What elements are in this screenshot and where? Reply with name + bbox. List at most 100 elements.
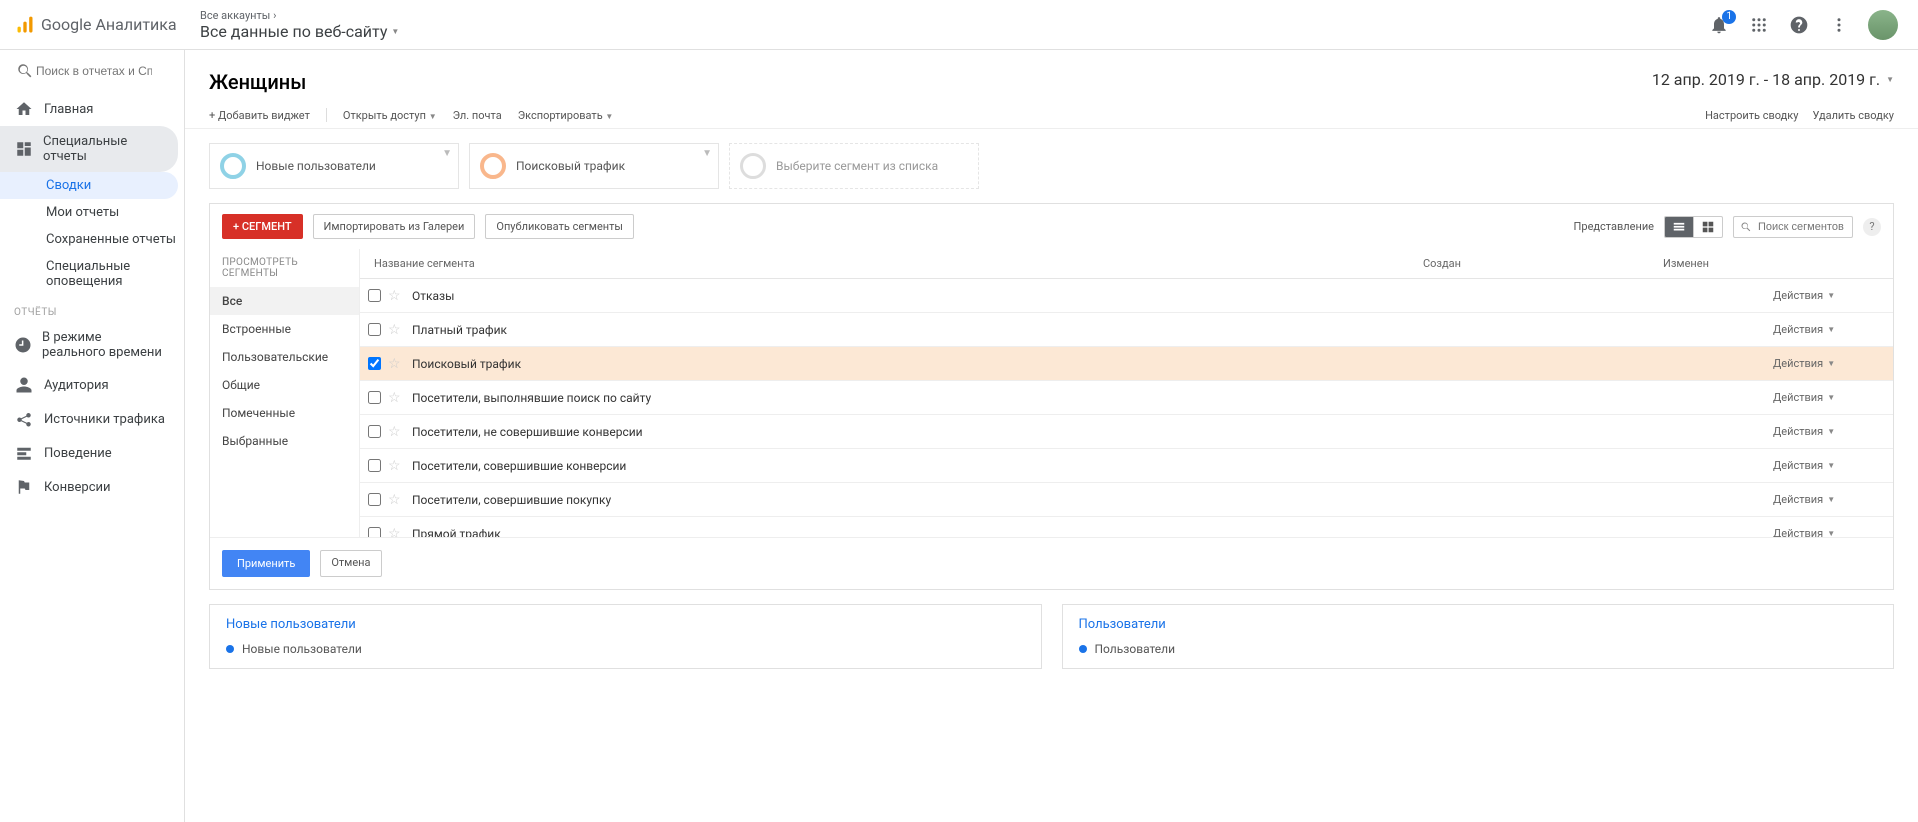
import-gallery-button[interactable]: Импортировать из Галереи	[313, 214, 476, 239]
nav-home[interactable]: Главная	[0, 92, 178, 126]
clock-icon	[14, 336, 32, 354]
star-icon[interactable]: ☆	[388, 526, 408, 538]
row-actions[interactable]: Действия ▼	[1773, 425, 1893, 438]
nav-behavior-label: Поведение	[44, 446, 112, 461]
col-modified[interactable]: Изменен	[1653, 249, 1893, 278]
export-button[interactable]: Экспортировать ▼	[518, 109, 614, 122]
more-button[interactable]	[1828, 14, 1850, 36]
filter-shared[interactable]: Общие	[210, 371, 359, 399]
row-actions[interactable]: Действия ▼	[1773, 357, 1893, 370]
col-name[interactable]: Название сегмента	[360, 249, 1413, 278]
notifications-button[interactable]: 1	[1708, 14, 1730, 36]
row-actions[interactable]: Действия ▼	[1773, 289, 1893, 302]
date-range-picker[interactable]: 12 апр. 2019 г. - 18 апр. 2019 г. ▼	[1652, 70, 1894, 89]
nav-behavior[interactable]: Поведение	[0, 436, 178, 470]
nav-realtime-label: В режиме реального времени	[42, 330, 168, 360]
add-widget-button[interactable]: + Добавить виджет	[209, 109, 310, 122]
nav-conversions[interactable]: Конверсии	[0, 470, 178, 504]
filter-all[interactable]: Все	[210, 287, 359, 315]
panel-help-button[interactable]: ?	[1863, 218, 1881, 236]
share-button[interactable]: Открыть доступ ▼	[343, 109, 437, 122]
segment-name: Посетители, совершившие конверсии	[408, 452, 1333, 480]
star-icon[interactable]: ☆	[388, 492, 408, 508]
star-icon[interactable]: ☆	[388, 390, 408, 406]
segment-name: Поисковый трафик	[408, 350, 1333, 378]
customize-dashboard-button[interactable]: Настроить сводку	[1705, 109, 1798, 122]
table-row[interactable]: ☆Платный трафикДействия ▼	[360, 313, 1893, 347]
help-button[interactable]	[1788, 14, 1810, 36]
page-title: Женщины	[209, 70, 306, 94]
nav-realtime[interactable]: В режиме реального времени	[0, 322, 178, 368]
row-checkbox[interactable]	[368, 357, 381, 370]
star-icon[interactable]: ☆	[388, 356, 408, 372]
more-vert-icon	[1830, 16, 1848, 34]
table-body[interactable]: ☆ОтказыДействия ▼☆Платный трафикДействия…	[360, 279, 1893, 537]
view-list-button[interactable]	[1665, 217, 1693, 237]
view-label: Представление	[1574, 220, 1654, 233]
apps-button[interactable]	[1748, 14, 1770, 36]
star-icon[interactable]: ☆	[388, 288, 408, 304]
apply-button[interactable]: Применить	[222, 550, 310, 577]
segment-chip-label: Поисковый трафик	[516, 159, 625, 173]
subnav-custom-alerts[interactable]: Специальные оповещения	[46, 253, 184, 295]
segment-search-input[interactable]	[1756, 220, 1846, 234]
row-checkbox[interactable]	[368, 493, 381, 506]
view-breadcrumb[interactable]: Все аккаунты › Все данные по веб-сайту ▼	[185, 9, 1708, 41]
segment-search[interactable]	[1733, 216, 1853, 238]
table-row[interactable]: ☆Посетители, не совершившие конверсииДей…	[360, 415, 1893, 449]
filter-custom[interactable]: Пользовательские	[210, 343, 359, 371]
email-button[interactable]: Эл. почта	[453, 109, 502, 122]
cancel-button[interactable]: Отмена	[320, 550, 381, 577]
filter-starred[interactable]: Помеченные	[210, 399, 359, 427]
account-avatar[interactable]	[1868, 10, 1898, 40]
table-row[interactable]: ☆ОтказыДействия ▼	[360, 279, 1893, 313]
subnav-my-reports[interactable]: Мои отчеты	[46, 199, 184, 226]
nav-acquisition[interactable]: Источники трафика	[0, 402, 178, 436]
table-row[interactable]: ☆Посетители, выполнявшие поиск по сайтуД…	[360, 381, 1893, 415]
segment-circle-icon	[220, 153, 246, 179]
list-icon	[1672, 220, 1686, 234]
row-actions[interactable]: Действия ▼	[1773, 323, 1893, 336]
view-grid-button[interactable]	[1693, 217, 1722, 237]
row-actions[interactable]: Действия ▼	[1773, 391, 1893, 404]
new-segment-button[interactable]: + СЕГМЕНТ	[222, 214, 303, 239]
widgets-row: Новые пользователи Новые пользователи По…	[185, 604, 1918, 689]
filter-selected[interactable]: Выбранные	[210, 427, 359, 455]
publish-segments-button[interactable]: Опубликовать сегменты	[485, 214, 634, 239]
caret-down-icon: ▼	[1886, 75, 1894, 84]
widget-title[interactable]: Новые пользователи	[226, 617, 1025, 632]
row-checkbox[interactable]	[368, 391, 381, 404]
subnav-saved-reports[interactable]: Сохраненные отчеты	[46, 226, 184, 253]
segments-table: Название сегмента Создан Изменен ☆Отказы…	[360, 249, 1893, 537]
row-checkbox[interactable]	[368, 323, 381, 336]
nav-audience[interactable]: Аудитория	[0, 368, 178, 402]
table-row[interactable]: ☆Поисковый трафик Действия ▼	[360, 347, 1893, 381]
star-icon[interactable]: ☆	[388, 458, 408, 474]
segment-chip-new-users[interactable]: Новые пользователи ▼	[209, 143, 459, 189]
segment-chip-search-traffic[interactable]: Поисковый трафик ▼	[469, 143, 719, 189]
row-actions[interactable]: Действия ▼	[1773, 527, 1893, 537]
sidebar-search-input[interactable]	[34, 63, 154, 79]
star-icon[interactable]: ☆	[388, 322, 408, 338]
filter-builtin[interactable]: Встроенные	[210, 315, 359, 343]
product-logo[interactable]: Google Аналитика	[0, 15, 185, 35]
row-checkbox[interactable]	[368, 527, 381, 537]
subnav-dashboards[interactable]: Сводки	[0, 172, 178, 199]
row-checkbox[interactable]	[368, 289, 381, 302]
nav-custom-reports-label: Специальные отчеты	[43, 134, 168, 164]
widget-title[interactable]: Пользователи	[1079, 617, 1878, 632]
left-sidebar: Главная Специальные отчеты Сводки Мои от…	[0, 50, 185, 822]
col-created[interactable]: Создан	[1413, 249, 1653, 278]
nav-custom-reports[interactable]: Специальные отчеты	[0, 126, 178, 172]
segment-chip-add[interactable]: Выберите сегмент из списка	[729, 143, 979, 189]
row-actions[interactable]: Действия ▼	[1773, 459, 1893, 472]
row-checkbox[interactable]	[368, 425, 381, 438]
row-actions[interactable]: Действия ▼	[1773, 493, 1893, 506]
table-row[interactable]: ☆Прямой трафикДействия ▼	[360, 517, 1893, 537]
delete-dashboard-button[interactable]: Удалить сводку	[1812, 109, 1894, 122]
row-checkbox[interactable]	[368, 459, 381, 472]
table-row[interactable]: ☆Посетители, совершившие конверсии Действ…	[360, 449, 1893, 483]
sidebar-search[interactable]	[0, 56, 184, 92]
table-row[interactable]: ☆Посетители, совершившие покупкуДействия…	[360, 483, 1893, 517]
star-icon[interactable]: ☆	[388, 424, 408, 440]
